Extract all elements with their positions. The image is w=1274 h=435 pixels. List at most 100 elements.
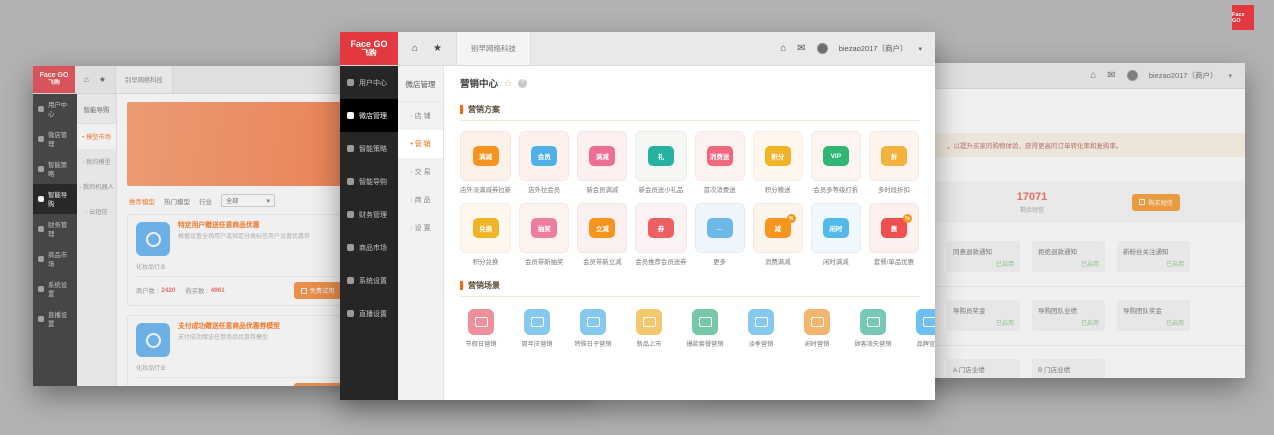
plan-card[interactable]: 满减 (577, 131, 627, 181)
sidebar-item[interactable]: 商品市场 (33, 244, 77, 274)
sidebar-item[interactable]: 用户中心 (33, 94, 77, 124)
marketing-plan-item[interactable]: 满减 店外派满减券拉新 (460, 131, 511, 194)
sidebar-item[interactable]: 直播设置 (340, 297, 398, 330)
sidebar-item[interactable]: 系统设置 (33, 274, 77, 304)
home-icon[interactable]: ⌂ (1090, 70, 1096, 81)
marketing-plan-item[interactable]: 券 会员推荐会员送券 (635, 203, 686, 266)
plan-card[interactable]: 满减 (460, 131, 511, 181)
free-trial-button[interactable]: 免费试用 (294, 383, 342, 386)
sidebar-item[interactable]: 用户中心 (340, 66, 398, 99)
sidebar-item[interactable]: 系统设置 (340, 264, 398, 297)
home-icon[interactable]: ⌂ (412, 43, 418, 54)
workspace-tab[interactable]: 别早网络科技 (456, 32, 531, 65)
sidebar-item[interactable]: 财务管理 (33, 214, 77, 244)
plan-card[interactable]: 积分 (753, 131, 803, 181)
marketing-scene-item[interactable]: 闲时营销 (796, 309, 838, 348)
buy-sms-button[interactable]: 购买短信 (1132, 194, 1180, 211)
model-title[interactable]: 支付成功赠送任意商品优惠券模型 (178, 323, 280, 332)
username[interactable]: biezao2017（商户） (839, 43, 908, 54)
plan-card[interactable]: 立减 (577, 203, 627, 253)
sidebar-item[interactable]: 智能策略 (33, 154, 77, 184)
workspace-tab[interactable]: 别早网络科技 (115, 66, 173, 93)
marketing-scene-item[interactable]: 节假日营销 (460, 309, 502, 348)
template-card[interactable]: A 门店业绩 已启用 (947, 359, 1020, 378)
plan-card[interactable]: 礼 (635, 131, 686, 181)
model-card[interactable]: 特定用户赠送任意商品优惠 根据设置全场用户或指定分类标签用户设置优惠券 化妆品行… (127, 214, 351, 306)
marketing-plan-item[interactable]: 满减 新会员满减 (577, 131, 627, 194)
filter-recommended[interactable]: 推荐模型 (129, 196, 155, 206)
marketing-plan-item[interactable]: VIP 会员多等级打折 (811, 131, 861, 194)
marketing-plan-item[interactable]: 折 多时段折扣 (869, 131, 919, 194)
favorite-star-icon[interactable]: ☆ (504, 78, 512, 89)
home-icon[interactable]: ⌂ (780, 43, 786, 54)
sidebar-item[interactable]: 智能导购 (33, 184, 77, 214)
marketing-scene-item[interactable]: 周年庆营销 (516, 309, 558, 348)
submenu-item[interactable]: 店 铺 (398, 102, 443, 130)
sidebar-item[interactable]: 商品市场 (340, 231, 398, 264)
template-card[interactable]: B 门店业绩 已启用 (1032, 359, 1105, 378)
marketing-plan-item[interactable]: 抽奖 会员带新抽奖 (519, 203, 569, 266)
marketing-scene-item[interactable]: 淡季营销 (740, 309, 782, 348)
submenu-item[interactable]: 我的机器人 (77, 174, 116, 199)
chevron-down-icon[interactable]: ▾ (918, 45, 922, 53)
submenu-item[interactable]: 云短信 (77, 199, 116, 224)
template-card[interactable]: 导购团队奖金 已启用 (1117, 300, 1190, 331)
sidebar-item[interactable]: 智能策略 (340, 132, 398, 165)
template-card[interactable]: 导购团队业绩 已启用 (1032, 300, 1105, 331)
marketing-scene-item[interactable]: 特殊日子营销 (572, 309, 614, 348)
home-icon[interactable]: ⌂ (84, 75, 89, 84)
marketing-scene-item[interactable]: 爆款套餐营销 (684, 309, 726, 348)
submenu-item[interactable]: 交 易 (398, 158, 443, 186)
marketing-plan-item[interactable]: 立减 会员带新立减 (577, 203, 627, 266)
mail-icon[interactable]: ✉ (797, 43, 805, 54)
scene-icon[interactable] (468, 309, 494, 335)
favorite-star-icon[interactable]: ★ (433, 43, 442, 54)
scene-icon[interactable] (748, 309, 774, 335)
industry-select[interactable]: 全部 ▾ (221, 194, 275, 207)
template-card[interactable]: 导购员奖金 已启用 (947, 300, 1020, 331)
marketing-plan-item[interactable]: 闲时 闲时满减 (811, 203, 861, 266)
sidebar-item[interactable]: 微店管理 (340, 99, 398, 132)
marketing-plan-item[interactable]: … 更多 (695, 203, 745, 266)
marketing-plan-item[interactable]: 兑换 积分兑换 (460, 203, 511, 266)
plan-card[interactable]: VIP (811, 131, 861, 181)
marketing-plan-item[interactable]: 礼 新会员送小礼品 (635, 131, 686, 194)
chevron-down-icon[interactable]: ▾ (1228, 72, 1232, 80)
marketing-scene-item[interactable]: 顾客流失营销 (852, 309, 894, 348)
plan-card[interactable]: 券 (635, 203, 686, 253)
plan-card[interactable]: 惠 % (869, 203, 919, 253)
marketing-plan-item[interactable]: 惠 % 套餐/单品优惠 (869, 203, 919, 266)
help-icon[interactable]: ? (518, 79, 527, 88)
scene-icon[interactable] (636, 309, 662, 335)
plan-card[interactable]: 闲时 (811, 203, 861, 253)
plan-card[interactable]: … (695, 203, 745, 253)
plan-card[interactable]: 兑换 (460, 203, 511, 253)
favorite-star-icon[interactable]: ★ (99, 75, 106, 84)
sidebar-item[interactable]: 智能导购 (340, 165, 398, 198)
scene-icon[interactable] (692, 309, 718, 335)
plan-card[interactable]: 消费送 (695, 131, 745, 181)
submenu-item[interactable]: 我的模型 (77, 149, 116, 174)
avatar[interactable] (1127, 70, 1138, 81)
submenu-item[interactable]: 商 品 (398, 186, 443, 214)
mail-icon[interactable]: ✉ (1107, 70, 1115, 81)
scene-icon[interactable] (580, 309, 606, 335)
username[interactable]: biezao2017（商户） (1149, 70, 1218, 81)
marketing-plan-item[interactable]: 积分 积分赠送 (753, 131, 803, 194)
plan-card[interactable]: 抽奖 (519, 203, 569, 253)
filter-popular[interactable]: 热门模型 (164, 196, 190, 206)
template-card[interactable]: 拒绝退款通知 已启用 (1032, 241, 1105, 272)
marketing-plan-item[interactable]: 会员 店外拉会员 (519, 131, 569, 194)
submenu-item[interactable]: 模型市场 (77, 124, 116, 149)
submenu-item[interactable]: 营 销 (398, 130, 443, 158)
template-card[interactable]: 同意退款通知 已启用 (947, 241, 1020, 272)
marketing-scene-item[interactable]: 品牌宣传 (908, 309, 935, 348)
scene-icon[interactable] (916, 309, 935, 335)
plan-card[interactable]: 减 % (753, 203, 803, 253)
free-trial-button[interactable]: 免费试用 (294, 282, 342, 299)
model-title[interactable]: 特定用户赠送任意商品优惠 (178, 222, 310, 231)
scene-icon[interactable] (524, 309, 550, 335)
model-card[interactable]: 支付成功赠送任意商品优惠券模型 支付成功赠送任意商品优惠券模型 化妆品行业 商户… (127, 315, 351, 386)
sidebar-item[interactable]: 财务管理 (340, 198, 398, 231)
avatar[interactable] (817, 43, 828, 54)
